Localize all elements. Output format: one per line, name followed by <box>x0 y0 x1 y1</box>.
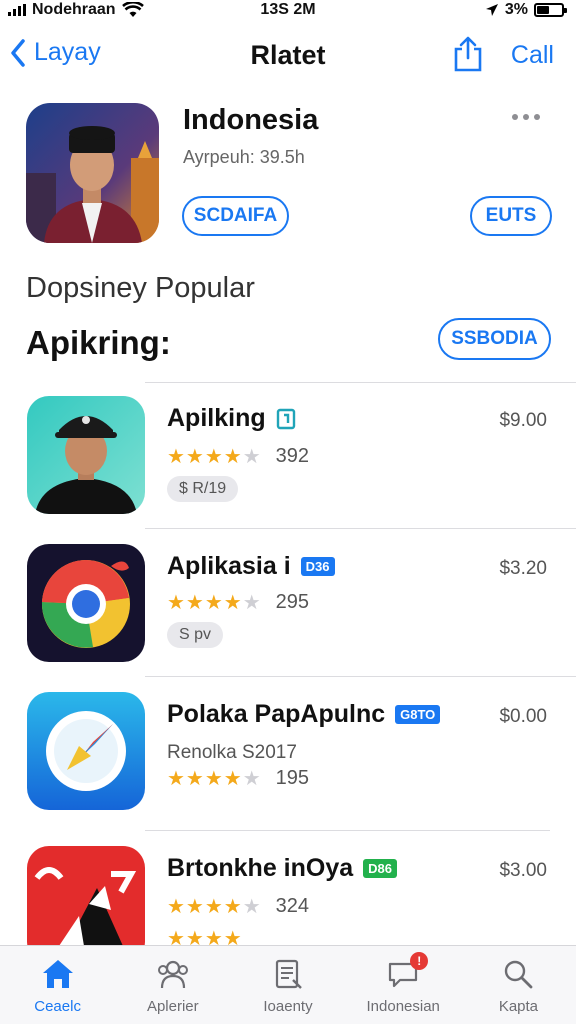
app-price: $0.00 <box>499 706 547 727</box>
app-price: $3.00 <box>499 860 547 881</box>
divider <box>145 382 576 383</box>
app-price: $9.00 <box>499 410 547 431</box>
app-rating: ★★★★★ 324 <box>167 894 309 919</box>
star-rating-icon: ★★★★★ <box>167 446 262 468</box>
app-name-text: Polaka PapApulnc <box>167 700 386 728</box>
tab-people[interactable]: Aplerier <box>115 946 230 1024</box>
app-list-item[interactable]: Aplikasia i D36 $3.20 ★★★★★ 295 S pv <box>0 544 576 684</box>
app-name: Polaka PapApulnc G8TO <box>167 700 441 729</box>
app-name-text: Apilking <box>167 404 266 432</box>
back-label: Layay <box>34 38 101 66</box>
review-count: 295 <box>275 591 310 613</box>
review-count: 195 <box>275 767 310 789</box>
tab-icon-container <box>41 958 75 992</box>
section-title: Apikring: <box>26 324 171 361</box>
app-badge: G8TO <box>395 705 441 724</box>
tab-home[interactable]: Ceaelc <box>0 946 115 1024</box>
person-portrait-icon <box>26 103 159 243</box>
featured-app-subtitle: Ayrpeuh: 39.5h <box>183 147 305 167</box>
get-button[interactable]: SCDAIFA <box>182 196 289 236</box>
browser-logo-icon <box>27 544 145 662</box>
app-clip-icon <box>276 408 295 429</box>
back-button[interactable]: Layay <box>10 38 101 67</box>
compass-icon <box>27 692 145 810</box>
app-tag-chip[interactable]: $ R/19 <box>167 476 239 502</box>
status-bar: Nodehraan 13S 2M 3% <box>0 0 576 22</box>
app-list-item[interactable]: Polaka PapApulnc G8TO $0.00 Renolka S201… <box>0 692 576 832</box>
app-rating: ★★★★★ 295 <box>167 590 309 615</box>
app-icon <box>27 692 145 810</box>
tab-bar: Ceaelc Aplerier Ioaenty ! Indonesian Kap… <box>0 945 576 1024</box>
app-icon <box>27 544 145 662</box>
app-name: Apilking <box>167 404 296 433</box>
divider <box>145 528 576 529</box>
app-price: $3.20 <box>499 558 547 579</box>
featured-app-icon[interactable] <box>26 103 159 243</box>
app-icon <box>27 396 145 514</box>
document-icon <box>275 959 302 989</box>
tab-label: Aplerier <box>146 998 199 1015</box>
share-icon <box>454 36 482 72</box>
nav-bar: Layay Rlatet Call <box>0 30 576 80</box>
battery-icon <box>534 3 567 17</box>
app-name: Aplikasia i D36 <box>167 552 335 581</box>
app-list-item[interactable]: Apilking $9.00 ★★★★★ 392 $ R/19 <box>0 396 576 536</box>
home-icon <box>42 960 73 988</box>
more-options-button[interactable] <box>512 114 540 120</box>
app-badge: D86 <box>363 859 398 878</box>
person-avatar-icon <box>27 396 145 514</box>
tab-label: Ioaenty <box>263 998 313 1015</box>
app-developer: Renolka S2017 <box>167 742 297 763</box>
star-rating-icon: ★★★★★ <box>167 592 262 614</box>
notification-badge: ! <box>410 952 429 970</box>
app-name: Brtonkhe inOya D86 <box>167 854 398 883</box>
app-rating: ★★★★★ 392 <box>167 444 309 469</box>
star-rating-icon: ★★★★★ <box>167 896 262 918</box>
section-subtitle: Dopsiney Popular <box>26 272 255 304</box>
tab-chat[interactable]: ! Indonesian <box>346 946 461 1024</box>
tab-label: Indonesian <box>366 998 440 1015</box>
edit-button[interactable]: EUTS <box>470 196 552 236</box>
tab-label: Ceaelc <box>34 998 81 1015</box>
call-button[interactable]: Call <box>511 41 554 70</box>
tab-icon-container <box>156 958 190 992</box>
location-arrow-icon <box>485 4 498 16</box>
app-name-text: Aplikasia i <box>167 552 291 580</box>
app-tag-chip[interactable]: S pv <box>167 622 224 648</box>
tab-icon-container <box>501 958 535 992</box>
search-icon <box>505 960 533 989</box>
tab-icon-container: ! <box>386 952 429 992</box>
tab-icon-container <box>271 958 305 992</box>
share-button[interactable] <box>452 36 484 77</box>
featured-app-title: Indonesia <box>183 104 319 136</box>
tab-label: Kapta <box>498 998 539 1015</box>
star-rating-icon: ★★★★★ <box>167 768 262 790</box>
tab-documents[interactable]: Ioaenty <box>230 946 345 1024</box>
app-name-text: Brtonkhe inOya <box>167 854 354 882</box>
battery-percent: 3% <box>504 1 528 18</box>
divider <box>145 830 550 831</box>
status-right: 3% <box>485 1 567 19</box>
chevron-left-icon <box>11 38 25 67</box>
see-all-button[interactable]: SSBODIA <box>438 318 551 360</box>
app-badge: D36 <box>300 557 335 576</box>
review-count: 324 <box>275 895 310 917</box>
tab-search[interactable]: Kapta <box>461 946 576 1024</box>
review-count: 392 <box>275 445 310 467</box>
people-icon <box>157 960 188 989</box>
divider <box>145 676 576 677</box>
app-rating: ★★★★★ 195 <box>167 766 309 791</box>
